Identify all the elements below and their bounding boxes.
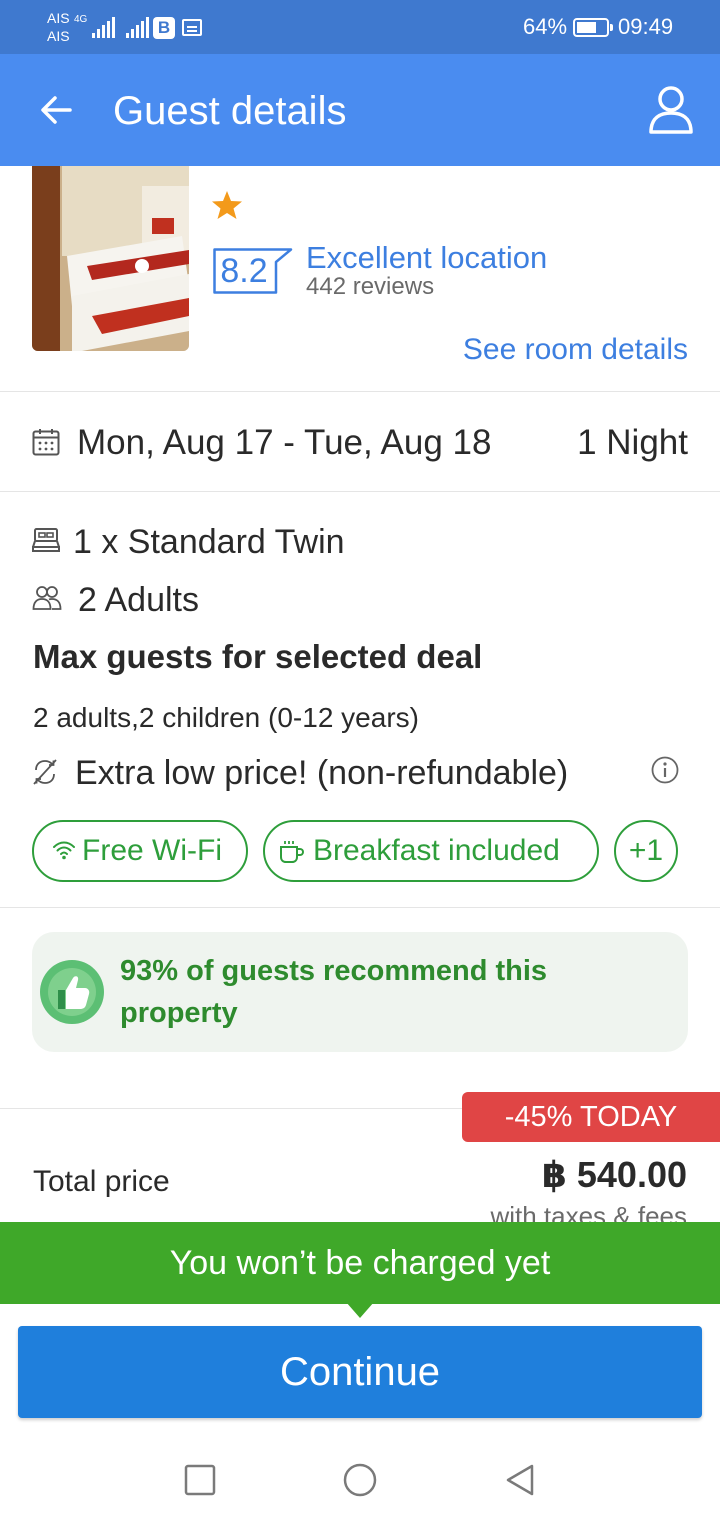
recent-apps-icon[interactable] bbox=[182, 1462, 218, 1498]
amenity-label: Breakfast included bbox=[313, 834, 560, 867]
amenity-label: +1 bbox=[628, 834, 664, 867]
nights-count: 1 Night bbox=[577, 423, 688, 462]
network-type: 4G bbox=[74, 14, 88, 25]
banner-pointer bbox=[346, 1302, 374, 1318]
stay-dates: Mon, Aug 17 - Tue, Aug 18 bbox=[77, 423, 492, 462]
non-refundable-icon bbox=[32, 758, 58, 786]
app-bar: Guest details bbox=[0, 54, 720, 166]
bed-icon bbox=[31, 527, 61, 555]
amenity-chip-breakfast[interactable]: Breakfast included bbox=[263, 820, 599, 882]
calendar-icon bbox=[182, 19, 202, 36]
battery-percent: 64% bbox=[523, 14, 568, 39]
clock: 09:49 bbox=[618, 14, 674, 39]
max-guests-title: Max guests for selected deal bbox=[33, 638, 483, 675]
person-icon[interactable] bbox=[646, 84, 696, 136]
max-guests-detail: 2 adults,2 children (0-12 years) bbox=[33, 702, 419, 733]
discount-badge: -45% TODAY bbox=[462, 1092, 720, 1142]
page-title: Guest details bbox=[113, 89, 347, 133]
system-nav-bar bbox=[0, 1440, 720, 1520]
room-type: 1 x Standard Twin bbox=[73, 523, 345, 561]
divider bbox=[0, 491, 720, 492]
continue-button[interactable]: Continue bbox=[18, 1326, 702, 1418]
divider bbox=[0, 1108, 462, 1109]
charge-notice-banner: You won’t be charged yet bbox=[0, 1222, 720, 1304]
rating-label: Excellent location bbox=[306, 240, 548, 275]
calendar-icon bbox=[32, 428, 60, 456]
rate-condition: Extra low price! (non-refundable) bbox=[75, 754, 569, 792]
amenity-label: Free Wi-Fi bbox=[82, 834, 222, 867]
signal-icon bbox=[92, 17, 115, 38]
back-triangle-icon[interactable] bbox=[502, 1462, 538, 1498]
recommend-text: 93% of guests recommend this property bbox=[120, 955, 548, 1029]
review-count: 442 reviews bbox=[306, 273, 435, 300]
battery-icon bbox=[573, 18, 613, 37]
b-app-icon: B bbox=[153, 17, 175, 39]
info-icon[interactable] bbox=[651, 756, 679, 784]
recommend-card: 93% of guests recommend this property bbox=[32, 932, 688, 1052]
star-icon bbox=[211, 189, 243, 221]
amenity-chip-wifi[interactable]: Free Wi-Fi bbox=[32, 820, 248, 882]
divider bbox=[0, 391, 720, 392]
hotel-room-photo[interactable] bbox=[32, 166, 189, 351]
guest-count: 2 Adults bbox=[78, 581, 199, 619]
score-value: 8.2 bbox=[220, 252, 268, 290]
home-icon[interactable] bbox=[342, 1462, 378, 1498]
arrow-left-icon[interactable] bbox=[36, 90, 76, 130]
carrier-label: AIS AIS bbox=[47, 10, 70, 44]
review-score: 8.2 bbox=[213, 248, 293, 294]
total-price-value: ฿ 540.00 bbox=[541, 1154, 687, 1195]
people-icon bbox=[32, 585, 62, 611]
divider bbox=[0, 907, 720, 908]
status-bar: AIS AIS 4G B 64% 09:49 bbox=[0, 0, 720, 54]
amenity-chip-more[interactable]: +1 bbox=[614, 820, 678, 882]
see-room-details-link[interactable]: See room details bbox=[463, 332, 688, 368]
thumbs-up-icon bbox=[40, 960, 104, 1024]
total-price-label: Total price bbox=[33, 1165, 170, 1198]
signal-icon bbox=[126, 17, 149, 38]
